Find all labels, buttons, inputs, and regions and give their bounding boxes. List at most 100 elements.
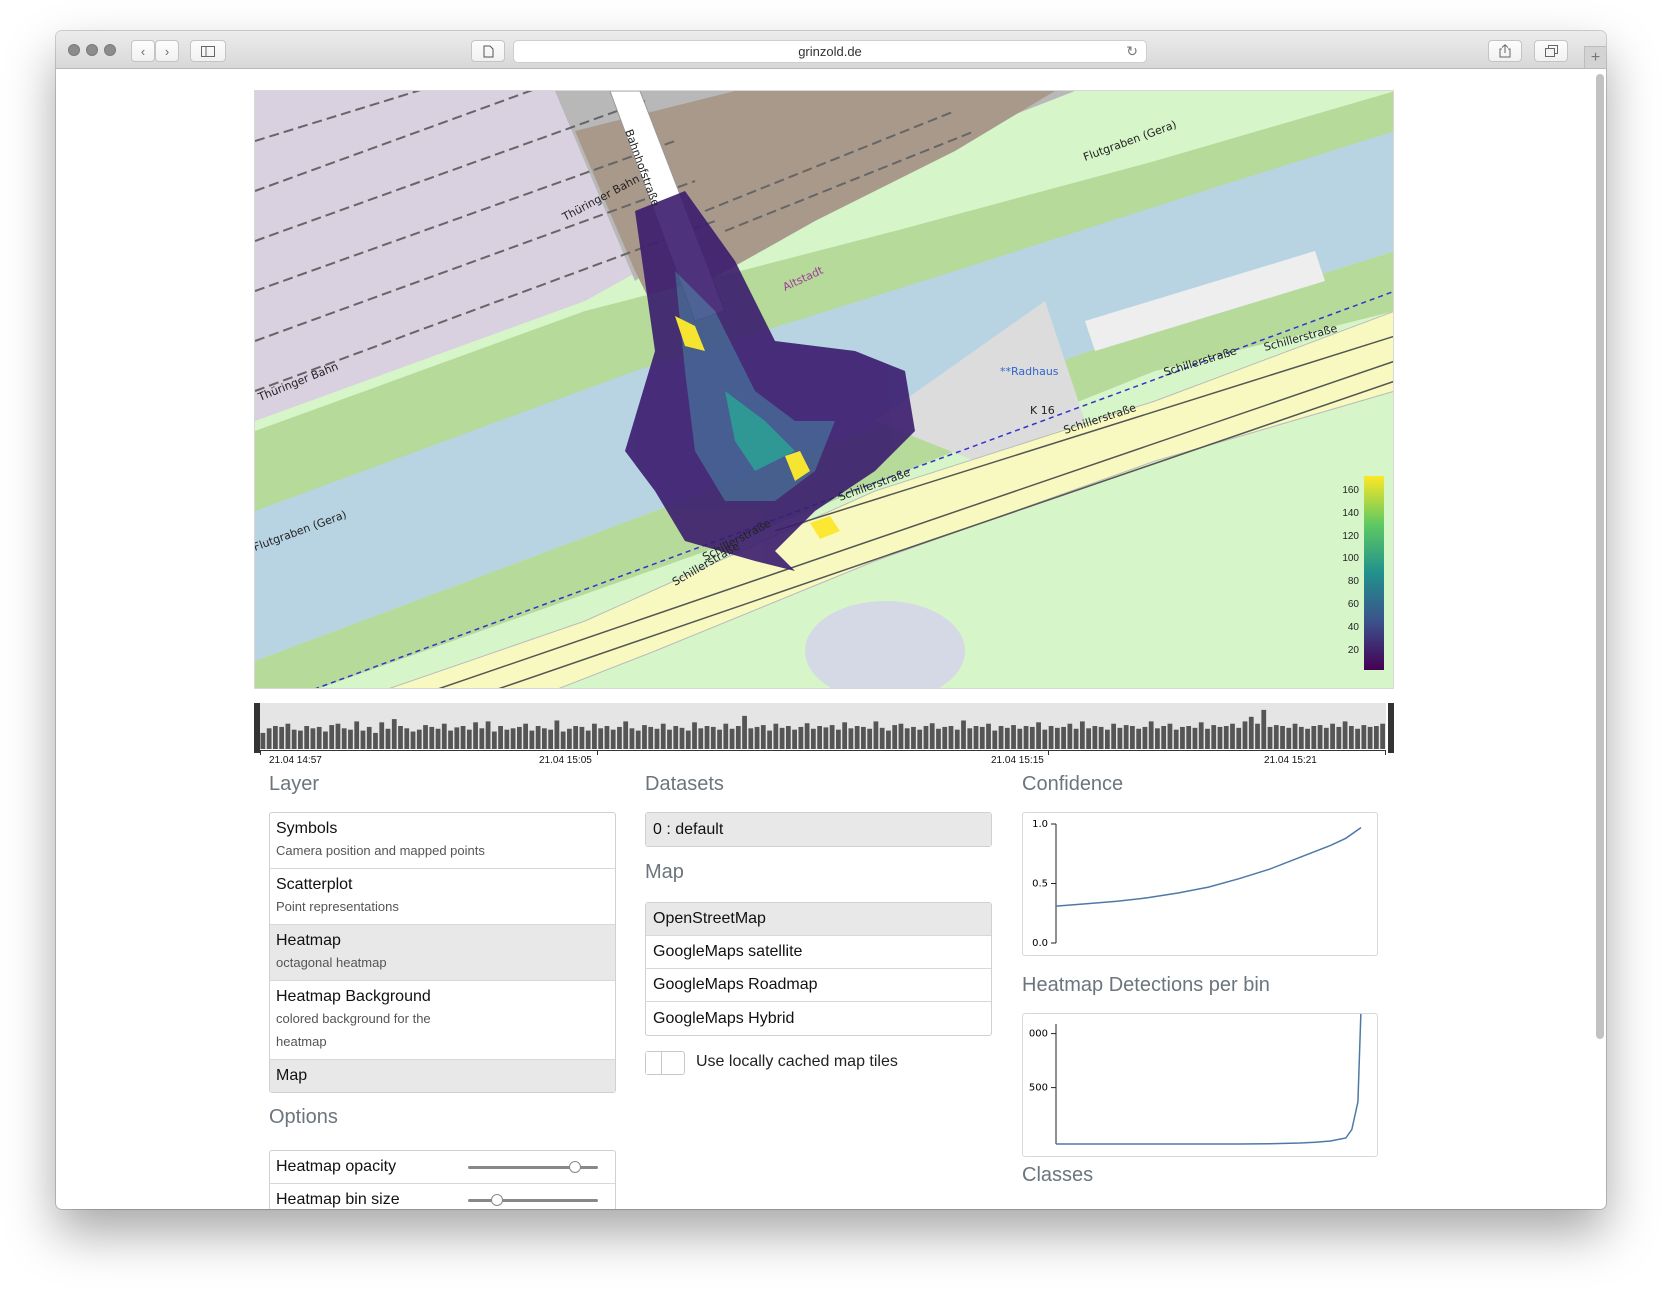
layer-item-title: Scatterplot [276, 876, 353, 893]
forward-button[interactable]: › [155, 40, 179, 62]
timeline-bar [260, 732, 266, 749]
minimize-window-icon[interactable] [86, 44, 98, 56]
timeline-tick [1385, 750, 1386, 755]
timeline-bar [767, 730, 772, 749]
timeline-bar [692, 722, 697, 749]
timeline-bar [1342, 721, 1348, 749]
timeline-bar [491, 731, 497, 749]
timeline-bar [429, 726, 435, 749]
colorbar-tick-label: 120 [1342, 530, 1359, 542]
timeline-bar [485, 721, 491, 749]
timeline-bar [466, 729, 472, 749]
timeline-bar [610, 729, 616, 749]
heatmap-map-view[interactable]: Schillerstraße Schillerstraße Schillerstra… [254, 90, 1394, 689]
timeline-bar [273, 726, 278, 749]
timeline-bar [1261, 709, 1267, 749]
colorbar-tick-label: 160 [1342, 485, 1359, 496]
timeline-bar [742, 715, 747, 749]
layer-item[interactable]: Heatmap octagonal heatmap [270, 925, 615, 981]
timeline-bar [304, 726, 310, 749]
timeline-bar [879, 727, 885, 749]
timeline-bar [1217, 726, 1223, 749]
timeline-bar [542, 728, 547, 749]
map-provider-item[interactable]: GoogleMaps Hybrid [646, 1002, 991, 1035]
osm-map-tiles: SchillerstraßeSchillerstraßeSchillerstra… [255, 91, 1393, 688]
map-provider-list: OpenStreetMap GoogleMaps satellite GoogleM… [645, 902, 992, 1036]
option-slider[interactable] [468, 1199, 598, 1202]
y-tick-label: 0.0 [1032, 938, 1048, 949]
timeline-bar [1036, 722, 1041, 749]
timeline-bar [1367, 726, 1373, 749]
timeline-bar [923, 726, 929, 749]
options-heading: Options [269, 1106, 338, 1128]
vertical-scrollbar[interactable] [1596, 74, 1604, 1039]
timeline-bar [1292, 723, 1298, 749]
timeline-bar [348, 729, 353, 749]
series-line [1056, 1009, 1362, 1145]
timeline-bar [1079, 721, 1085, 749]
tabs-overview-button[interactable] [1534, 40, 1568, 62]
heatmap-colorbar [1364, 476, 1384, 670]
map-provider-item[interactable]: OpenStreetMap [646, 903, 991, 936]
layer-item-title: Heatmap [276, 932, 341, 949]
timeline-bar [1086, 728, 1091, 749]
timeline-bar [1111, 723, 1117, 749]
timeline-bar [1255, 723, 1260, 749]
time-range-slider[interactable]: 21.04 14:57 21.04 15:05 21.04 15:15 21.0… [254, 703, 1394, 766]
timeline-bar [785, 726, 791, 749]
timeline-bar [817, 726, 822, 749]
map-provider-item[interactable]: GoogleMaps satellite [646, 936, 991, 969]
colorbar-tick-label: 100 [1342, 553, 1359, 565]
timeline-bar [1073, 728, 1079, 749]
layer-item[interactable]: Map [270, 1060, 615, 1092]
address-bar[interactable]: grinzold.de ↻ [513, 40, 1147, 63]
timeline-bar [448, 730, 453, 749]
cached-tiles-toggle[interactable] [645, 1051, 685, 1075]
timeline-bar [861, 726, 866, 749]
timeline-bar [1098, 726, 1104, 749]
colorbar-tick-label: 20 [1347, 644, 1359, 656]
share-button[interactable] [1488, 40, 1522, 62]
layer-item[interactable]: Scatterplot Point representations [270, 869, 615, 925]
slider-thumb[interactable] [568, 1161, 581, 1173]
layer-item-title: Heatmap Background [276, 988, 431, 1005]
timeline-bar [1067, 723, 1073, 749]
timeline-bar [410, 731, 416, 749]
timeline-bar [1223, 726, 1229, 749]
timeline-tick [260, 750, 261, 755]
timeline-bar [573, 726, 579, 749]
new-tab-button[interactable]: + [1584, 46, 1606, 68]
dataset-item[interactable]: 0 : default [646, 813, 991, 846]
reload-icon[interactable]: ↻ [1126, 43, 1138, 60]
zoom-window-icon[interactable] [104, 44, 116, 56]
option-row: Heatmap opacity [270, 1151, 615, 1184]
timeline-bar [1142, 726, 1148, 749]
close-window-icon[interactable] [68, 44, 80, 56]
timeline-bar [285, 723, 291, 749]
map-provider-item[interactable]: GoogleMaps Roadmap [646, 969, 991, 1002]
layer-item[interactable]: Heatmap Background colored background for… [270, 981, 615, 1060]
timeline-end-handle[interactable] [1388, 703, 1394, 753]
reader-button[interactable] [471, 40, 505, 62]
sidebar-toggle-button[interactable] [190, 40, 226, 62]
layer-item-title: Map [276, 1067, 308, 1084]
timeline-bar [567, 728, 572, 749]
timeline-bar [1161, 726, 1167, 749]
slider-thumb[interactable] [490, 1194, 503, 1206]
timeline-bar [373, 732, 378, 749]
browser-window: ‹ › grinzold.de ↻ + Schillerstraße Schil… [56, 31, 1606, 1209]
chevron-right-icon: › [164, 43, 170, 59]
back-button[interactable]: ‹ [131, 40, 155, 62]
detections-chart: 000 500 [1022, 1009, 1378, 1157]
layer-item[interactable]: Symbols Camera position and mapped points [270, 813, 615, 869]
layer-list: Symbols Camera position and mapped points… [269, 812, 616, 1093]
timeline-bar [929, 723, 935, 749]
map-street-label: **Radhaus [1000, 365, 1059, 378]
timeline-bar [992, 730, 998, 749]
timeline-start-handle[interactable] [254, 703, 260, 753]
timeline-bar [1192, 727, 1198, 749]
timeline-bar [1198, 722, 1204, 749]
timeline-bar [523, 723, 528, 749]
timeline-bar [1336, 726, 1342, 749]
toggle-knob [646, 1052, 662, 1074]
